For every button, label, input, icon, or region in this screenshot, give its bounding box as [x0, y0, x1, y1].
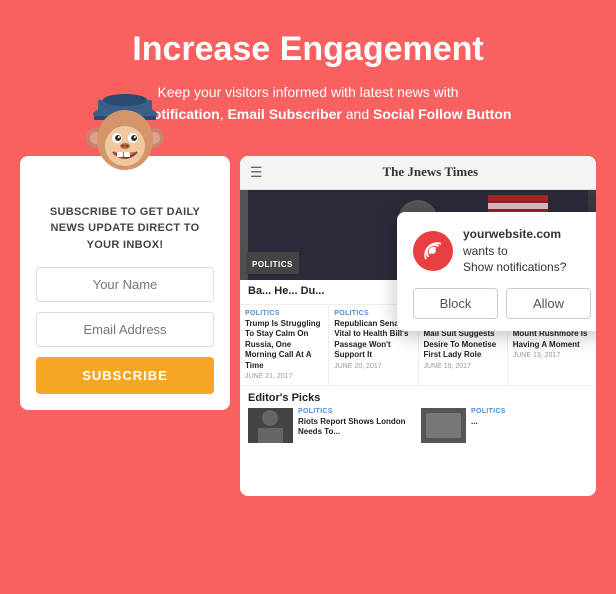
- subtitle-sep2: and: [342, 106, 373, 122]
- subtitle-bold2: Email Subscriber: [227, 106, 341, 122]
- notification-popup: yourwebsite.com wants to Show notificati…: [397, 212, 596, 331]
- notification-site-url: yourwebsite.com: [463, 227, 561, 241]
- content-area: Subscribe to get daily news update direc…: [0, 146, 616, 496]
- monkey-mascot: [80, 86, 170, 176]
- editors-picks-title: Editor's Picks: [248, 392, 588, 404]
- email-input[interactable]: [36, 312, 214, 347]
- editors-picks: Editor's Picks POLITICS: [240, 385, 596, 447]
- card-title-1: Trump Is Struggling To Stay Calm On Russ…: [245, 319, 323, 371]
- notification-message2: Show notifications?: [463, 260, 566, 274]
- notification-header: yourwebsite.com wants to Show notificati…: [413, 226, 591, 276]
- name-input[interactable]: [36, 267, 214, 302]
- pick-card-2: POLITICS ...: [421, 408, 588, 443]
- allow-button[interactable]: Allow: [506, 288, 591, 319]
- notification-text: yourwebsite.com wants to Show notificati…: [463, 226, 591, 276]
- pick-text-2: POLITICS ...: [471, 408, 506, 443]
- card-date-4: JUNE 13, 2017: [513, 352, 591, 359]
- main-container: Increase Engagement Keep your visitors i…: [0, 0, 616, 594]
- news-tag: POLITICS: [252, 260, 293, 269]
- pick-card-1: POLITICS Riots Report Shows London Needs…: [248, 408, 415, 443]
- subscribe-heading: Subscribe to get daily news update direc…: [36, 204, 214, 254]
- subscribe-panel: Subscribe to get daily news update direc…: [20, 156, 230, 411]
- browser-panel: ☰ The Jnews Times: [240, 156, 596, 496]
- card-date-2: JUNE 20, 2017: [334, 363, 412, 370]
- news-tag-bar: POLITICS: [246, 252, 299, 274]
- hero-title: Increase Engagement: [105, 30, 512, 69]
- news-card-1: POLITICS Trump Is Struggling To Stay Cal…: [240, 305, 329, 385]
- browser-content: POLITICS Ba... He... Du...: [240, 190, 596, 447]
- pick-image-2: [421, 408, 466, 443]
- browser-title: The Jnews Times: [275, 164, 586, 180]
- pick-title-1: Riots Report Shows London Needs To...: [298, 417, 415, 438]
- card-date-3: JUNE 19, 2017: [424, 363, 502, 370]
- browser-bar: ☰ The Jnews Times: [240, 156, 596, 190]
- card-date-1: JUNE 21, 2017: [245, 373, 323, 380]
- subtitle-normal: Keep your visitors informed with latest …: [157, 84, 458, 100]
- block-button[interactable]: Block: [413, 288, 498, 319]
- pick-tag-1: POLITICS: [298, 408, 415, 415]
- pick-image-1: [248, 408, 293, 443]
- card-tag-1: POLITICS: [245, 310, 323, 317]
- pick-text-1: POLITICS Riots Report Shows London Needs…: [298, 408, 415, 443]
- notification-icon: [413, 231, 453, 271]
- notification-wants: wants to: [463, 244, 508, 258]
- pick-tag-2: POLITICS: [471, 408, 506, 415]
- subtitle-bold3: Social Follow Button: [373, 106, 511, 122]
- notification-buttons: Block Allow: [413, 288, 591, 319]
- hamburger-icon: ☰: [250, 164, 263, 181]
- pick-title-2: ...: [471, 417, 506, 427]
- subscribe-button[interactable]: Subscribe: [36, 357, 214, 394]
- picks-row: POLITICS Riots Report Shows London Needs…: [248, 408, 588, 443]
